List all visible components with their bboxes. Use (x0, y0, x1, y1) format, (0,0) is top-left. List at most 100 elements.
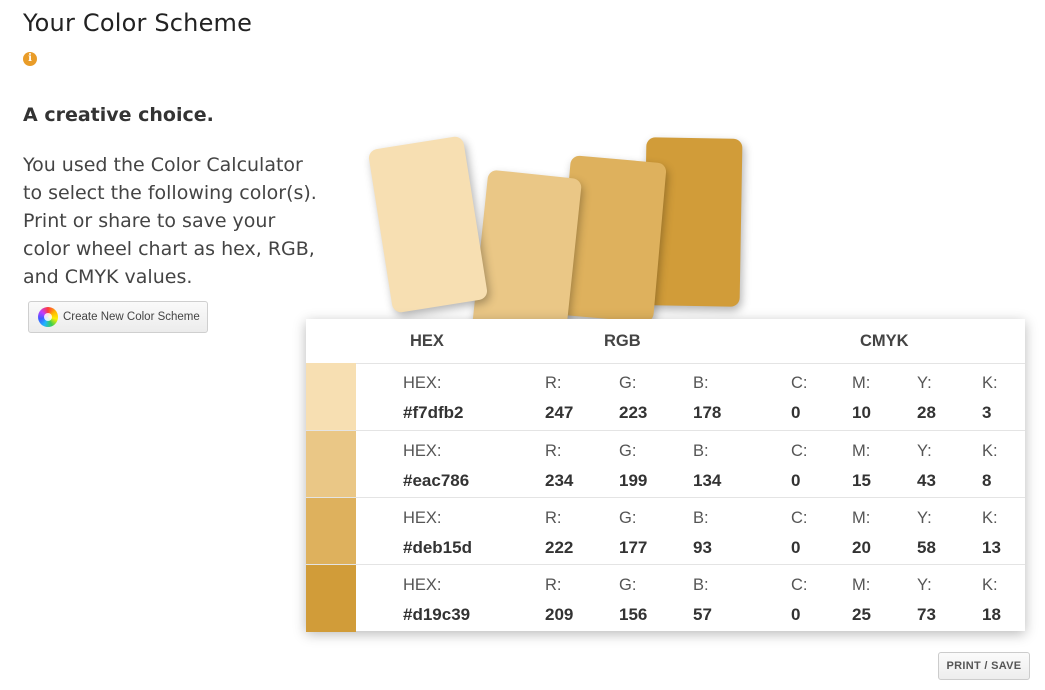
cell-value-m: 10 (852, 403, 871, 422)
cell-value-y: 28 (917, 403, 936, 422)
cell-value-g: 177 (619, 538, 648, 557)
cell-value-g: 223 (619, 403, 648, 422)
cell-label-g: G: (619, 576, 637, 594)
page-title: Your Color Scheme (23, 9, 253, 37)
cell-label-b: B: (693, 576, 709, 594)
cell-label-c: C: (791, 509, 808, 527)
cell-label-c: C: (791, 442, 808, 460)
cell-b: B: 178 (693, 374, 721, 423)
cell-label-y: Y: (917, 374, 932, 392)
cell-label-r: R: (545, 374, 562, 392)
swatch-card-1 (367, 135, 489, 314)
cell-k: K: 3 (982, 374, 998, 423)
cell-value-hex: #f7dfb2 (403, 403, 464, 422)
cell-y: Y: 43 (917, 442, 936, 491)
cell-value-k: 13 (982, 538, 1001, 557)
row-color-swatch (306, 565, 356, 632)
cell-label-y: Y: (917, 509, 932, 527)
cell-value-hex: #deb15d (403, 538, 472, 557)
table-header: HEX RGB CMYK (306, 319, 1025, 364)
swatch-card-2 (471, 169, 583, 339)
cell-y: Y: 58 (917, 509, 936, 558)
cell-value-b: 178 (693, 403, 722, 422)
cell-b: B: 93 (693, 509, 712, 558)
header-cmyk: CMYK (860, 332, 909, 350)
cell-value-m: 25 (852, 605, 871, 624)
cell-m: M: 10 (852, 374, 871, 423)
create-new-color-scheme-button[interactable]: Create New Color Scheme (28, 301, 208, 333)
cell-c: C: 0 (791, 442, 808, 491)
cell-value-y: 58 (917, 538, 936, 557)
header-hex: HEX (410, 332, 444, 350)
cell-value-k: 8 (982, 471, 992, 490)
table-row: HEX: #d19c39 R: 209 G: 156 B: 57 C: 0 M: 25 Y: 73 K: 18 (306, 564, 1025, 632)
cell-value-r: 222 (545, 538, 574, 557)
cell-label-m: M: (852, 374, 871, 392)
row-color-swatch (306, 498, 356, 565)
cell-label-k: K: (982, 576, 998, 594)
cell-c: C: 0 (791, 509, 808, 558)
cell-m: M: 20 (852, 509, 871, 558)
cell-label-m: M: (852, 576, 871, 594)
cell-y: Y: 28 (917, 374, 936, 423)
cell-value-m: 15 (852, 471, 871, 490)
cell-value-c: 0 (791, 471, 801, 490)
cell-value-b: 134 (693, 471, 722, 490)
cell-label-g: G: (619, 374, 637, 392)
cell-value-c: 0 (791, 605, 801, 624)
cell-value-r: 209 (545, 605, 574, 624)
cell-hex: HEX: #eac786 (403, 442, 469, 491)
cell-value-r: 234 (545, 471, 574, 490)
cell-value-y: 43 (917, 471, 936, 490)
color-wheel-icon (38, 307, 58, 327)
cell-value-k: 3 (982, 403, 992, 422)
cell-r: R: 222 (545, 509, 573, 558)
cell-label-k: K: (982, 374, 998, 392)
cell-m: M: 15 (852, 442, 871, 491)
cell-label-m: M: (852, 442, 871, 460)
cell-hex: HEX: #deb15d (403, 509, 472, 558)
cell-label-b: B: (693, 374, 709, 392)
cell-value-c: 0 (791, 538, 801, 557)
cell-value-r: 247 (545, 403, 574, 422)
cell-b: B: 57 (693, 576, 712, 625)
cell-c: C: 0 (791, 576, 808, 625)
cell-label-hex: HEX: (403, 442, 442, 460)
cell-label-c: C: (791, 374, 808, 392)
cell-label-m: M: (852, 509, 871, 527)
table-row: HEX: #f7dfb2 R: 247 G: 223 B: 178 C: 0 M: 10 Y: 28 K: 3 (306, 363, 1025, 430)
subtitle: A creative choice. (23, 104, 214, 126)
cell-g: G: 223 (619, 374, 647, 423)
cell-label-hex: HEX: (403, 576, 442, 594)
table-row: HEX: #eac786 R: 234 G: 199 B: 134 C: 0 M: 15 Y: 43 K: 8 (306, 430, 1025, 498)
cell-g: G: 156 (619, 576, 647, 625)
cell-label-y: Y: (917, 442, 932, 460)
cell-k: K: 13 (982, 509, 1001, 558)
header-rgb: RGB (604, 332, 641, 350)
print-save-button[interactable]: PRINT / SAVE (938, 652, 1030, 680)
table-row: HEX: #deb15d R: 222 G: 177 B: 93 C: 0 M: 20 Y: 58 K: 13 (306, 497, 1025, 565)
cell-m: M: 25 (852, 576, 871, 625)
cell-label-b: B: (693, 442, 709, 460)
cell-r: R: 209 (545, 576, 573, 625)
cell-value-hex: #eac786 (403, 471, 470, 490)
cell-b: B: 134 (693, 442, 721, 491)
cell-c: C: 0 (791, 374, 808, 423)
cell-label-b: B: (693, 509, 709, 527)
info-icon[interactable]: i (23, 52, 37, 66)
cell-label-hex: HEX: (403, 509, 442, 527)
cell-y: Y: 73 (917, 576, 936, 625)
cell-label-k: K: (982, 442, 998, 460)
cell-hex: HEX: #f7dfb2 (403, 374, 463, 423)
cell-label-g: G: (619, 509, 637, 527)
cell-value-k: 18 (982, 605, 1001, 624)
cell-r: R: 234 (545, 442, 573, 491)
cell-k: K: 18 (982, 576, 1001, 625)
cell-label-r: R: (545, 576, 562, 594)
color-values-table: HEX RGB CMYK HEX: #f7dfb2 R: 247 G: 223 B: 178 C… (306, 319, 1025, 632)
cell-value-y: 73 (917, 605, 936, 624)
cell-value-m: 20 (852, 538, 871, 557)
description-text: You used the Color Calculator to select … (23, 154, 317, 288)
cell-g: G: 177 (619, 509, 647, 558)
cell-label-hex: HEX: (403, 374, 442, 392)
